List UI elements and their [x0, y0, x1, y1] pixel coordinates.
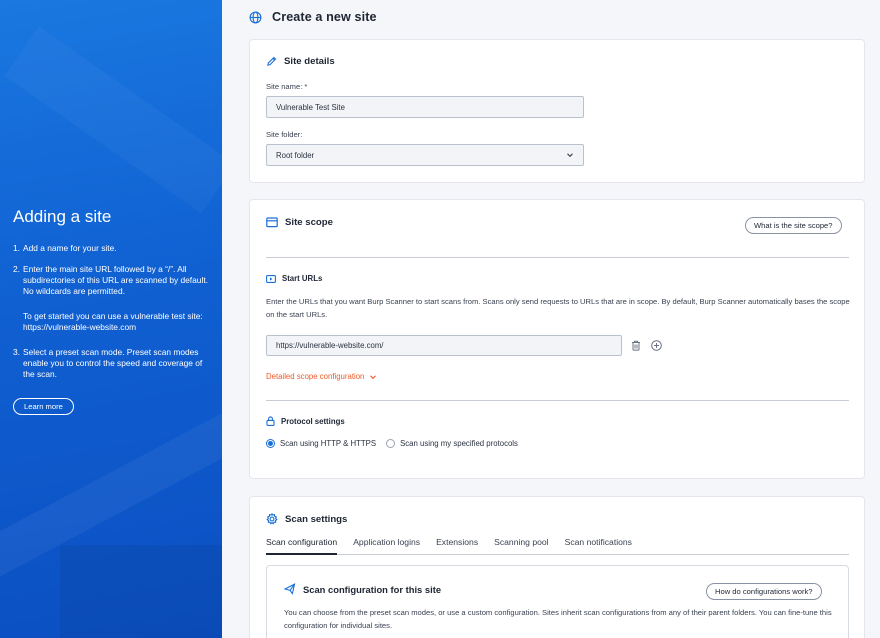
- detailed-scope-link[interactable]: Detailed scope configuration: [266, 372, 377, 381]
- gear-icon: [266, 513, 278, 525]
- site-folder-select[interactable]: Root folder: [266, 144, 584, 166]
- trash-icon[interactable]: [631, 340, 641, 351]
- learn-more-button[interactable]: Learn more: [13, 398, 74, 415]
- decorative-shape: [60, 545, 222, 638]
- step-number: 3.: [13, 347, 20, 357]
- radio-unselected: [386, 439, 396, 448]
- scan-configuration-description: You can choose from the preset scan mode…: [284, 608, 832, 630]
- page-header: Create a new site: [249, 10, 377, 24]
- help-step: 2. Enter the main site URL followed by a…: [13, 264, 213, 297]
- scan-configuration-panel: Scan configuration for this site How do …: [266, 565, 849, 638]
- start-urls-description: Enter the URLs that you want Burp Scanne…: [266, 297, 850, 319]
- scan-settings-tabs: Scan configuration Application logins Ex…: [266, 535, 849, 555]
- radio-selected: [266, 439, 275, 448]
- site-folder-value: Root folder: [276, 150, 315, 160]
- chevron-down-icon: [369, 373, 377, 381]
- site-scope-header: Site scope: [266, 217, 333, 228]
- site-name-label: Site name: *: [266, 82, 308, 91]
- step-number: 1.: [13, 243, 20, 253]
- scope-icon: [266, 217, 278, 228]
- scan-settings-header: Scan settings: [266, 513, 347, 525]
- scan-configuration-header: Scan configuration for this site: [284, 583, 441, 595]
- radio-label: Scan using HTTP & HTTPS: [280, 439, 377, 448]
- step-text: Add a name for your site.: [23, 243, 117, 253]
- scan-configuration-title: Scan configuration for this site: [303, 583, 442, 595]
- site-details-header: Site details: [266, 56, 335, 67]
- divider: [266, 257, 849, 258]
- step-number: 2.: [13, 264, 20, 274]
- play-icon: [266, 274, 276, 283]
- radio-specified-protocols[interactable]: Scan using my specified protocols: [386, 439, 518, 448]
- help-content: Adding a site 1. Add a name for your sit…: [13, 207, 213, 415]
- step-text: Enter the main site URL followed by a “/…: [23, 264, 208, 296]
- site-scope-help-button[interactable]: What is the site scope?: [745, 217, 842, 234]
- site-folder-label: Site folder:: [266, 130, 303, 139]
- page-title: Create a new site: [272, 10, 377, 24]
- pencil-icon: [266, 56, 277, 67]
- add-circle-icon[interactable]: [651, 340, 662, 351]
- start-urls-header: Start URLs: [266, 274, 322, 283]
- site-details-title: Site details: [284, 56, 335, 67]
- globe-icon: [249, 11, 262, 24]
- decorative-shape: [4, 27, 222, 214]
- start-urls-heading: Start URLs: [282, 274, 323, 283]
- site-scope-card: Site scope What is the site scope? Start…: [249, 199, 865, 479]
- help-step: 3. Select a preset scan mode. Preset sca…: [13, 347, 213, 380]
- tab-application-logins[interactable]: Application logins: [353, 535, 420, 555]
- tab-extensions[interactable]: Extensions: [436, 535, 478, 555]
- site-scope-title: Site scope: [285, 217, 333, 228]
- radio-label: Scan using my specified protocols: [400, 439, 518, 448]
- detailed-scope-label: Detailed scope configuration: [266, 372, 365, 381]
- help-title: Adding a site: [13, 207, 112, 226]
- protocol-settings-heading: Protocol settings: [281, 416, 345, 426]
- tab-scanning-pool[interactable]: Scanning pool: [494, 535, 548, 555]
- tab-scan-notifications[interactable]: Scan notifications: [565, 535, 632, 555]
- divider: [266, 400, 849, 401]
- protocol-radio-group: Scan using HTTP & HTTPS Scan using my sp…: [266, 439, 518, 448]
- help-steps: 1. Add a name for your site. 2. Enter th…: [13, 243, 213, 380]
- lock-icon: [266, 416, 275, 426]
- chevron-down-icon: [566, 151, 574, 159]
- help-panel: Adding a site 1. Add a name for your sit…: [0, 0, 222, 638]
- main-content: Create a new site Site details Site name…: [222, 0, 880, 638]
- step-text: Select a preset scan mode. Preset scan m…: [23, 347, 203, 379]
- scan-settings-title: Scan settings: [285, 513, 348, 525]
- radio-http-https[interactable]: Scan using HTTP & HTTPS: [266, 439, 376, 448]
- how-configurations-work-button[interactable]: How do configurations work?: [706, 583, 822, 600]
- start-url-input[interactable]: https://vulnerable-website.com/: [266, 335, 622, 356]
- site-details-card: Site details Site name: * Vulnerable Tes…: [249, 39, 865, 183]
- site-name-input[interactable]: Vulnerable Test Site: [266, 96, 584, 118]
- step-note: To get started you can use a vulnerable …: [23, 311, 203, 332]
- scan-settings-card: Scan settings Scan configuration Applica…: [249, 496, 865, 638]
- protocol-settings-header: Protocol settings: [266, 416, 345, 426]
- help-step: 1. Add a name for your site.: [13, 243, 213, 254]
- tab-scan-configuration[interactable]: Scan configuration: [266, 535, 338, 555]
- scan-config-icon: [284, 583, 296, 595]
